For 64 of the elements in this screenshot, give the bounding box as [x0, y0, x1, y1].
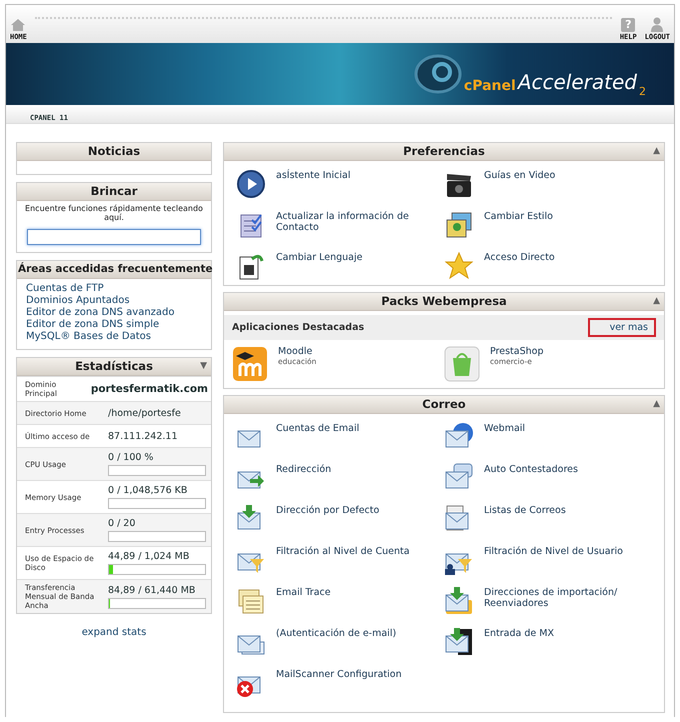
panel-title: Áreas accedidas frecuentemente	[18, 263, 213, 275]
star-icon[interactable]	[444, 251, 474, 281]
app-name[interactable]: PrestaShop	[490, 346, 544, 357]
stat-value: 84,89 / 61,440 MB	[108, 584, 196, 596]
preference-link[interactable]: Actualizar la información de Contacto	[276, 210, 436, 233]
preference-link[interactable]: Acceso Directo	[484, 251, 644, 263]
subheader-title: Aplicaciones Destacadas	[232, 322, 364, 333]
panel-title: Noticias	[88, 144, 140, 158]
frequent-link[interactable]: MySQL® Bases de Datos	[26, 331, 202, 343]
panel-title: Estadísticas	[75, 359, 153, 373]
stat-value: /home/portesfe	[108, 408, 182, 418]
panel-title: Preferencias	[403, 144, 485, 158]
mail-link[interactable]: Entrada de MX	[484, 627, 644, 639]
stat-value: portesfermatik.com	[90, 383, 208, 395]
play-icon[interactable]	[236, 169, 266, 199]
frequent-link[interactable]: Cuentas de FTP	[26, 283, 202, 295]
stat-value: 44,89 / 1,024 MB	[108, 551, 190, 562]
pictures-icon[interactable]	[444, 210, 474, 240]
mail-link[interactable]: Auto Contestadores	[484, 463, 644, 475]
toggle-icon[interactable]: ▲	[653, 396, 660, 413]
preference-link[interactable]: Cambiar Estilo	[484, 210, 644, 222]
server-envelope-icon[interactable]	[444, 627, 474, 657]
stat-value: 0 / 100 %	[108, 452, 154, 463]
mail-link[interactable]: Email Trace	[276, 586, 436, 598]
logo-version: 2	[639, 85, 646, 98]
logo-text: cPanel	[464, 78, 516, 94]
stat-value: 87.111.242.11	[108, 430, 179, 442]
user-icon	[649, 16, 666, 32]
mail-link[interactable]: (Autenticación de e-mail)	[276, 627, 436, 639]
search-field[interactable]	[27, 229, 201, 245]
graduation-cap-icon[interactable]	[232, 346, 268, 382]
preference-link[interactable]: Guías en Video	[484, 169, 644, 181]
frequent-link[interactable]: Dominios Apuntados	[26, 295, 202, 307]
logo-text: Accelerated	[518, 70, 637, 94]
preference-link[interactable]: asÍstente Inicial	[276, 169, 436, 181]
jump-description: Encuentre funciones rápidamente tecleando aquí.	[24, 203, 204, 224]
mail-link[interactable]: Filtración de Nivel de Usuario	[484, 545, 644, 557]
toggle-icon[interactable]: ▲	[653, 293, 660, 310]
panel-title: Correo	[422, 397, 466, 411]
mail-link[interactable]: Cuentas de Email	[276, 422, 436, 434]
mail-link[interactable]: Direcciones de importación/ Reenviadores	[484, 586, 644, 609]
shopping-bag-icon[interactable]	[444, 346, 480, 382]
mail-link[interactable]: Webmail	[484, 422, 644, 434]
mail-link[interactable]: Listas de Correos	[484, 504, 644, 516]
app-name[interactable]: Moodle	[278, 346, 316, 357]
frequent-link[interactable]: Editor de zona DNS simple	[26, 319, 202, 331]
inbox-tray-icon[interactable]	[444, 586, 474, 616]
toggle-icon[interactable]: ▼	[200, 358, 207, 375]
logo-mark-icon	[414, 54, 462, 94]
mail-link[interactable]: Redirección	[276, 463, 436, 475]
panel-title: Packs Webempresa	[381, 294, 507, 308]
mail-link[interactable]: Filtración al Nivel de Cuenta	[276, 545, 436, 557]
expand-stats-link[interactable]: expand stats	[82, 627, 146, 638]
mail-link[interactable]: Dirección por Defecto	[276, 504, 436, 516]
panel-title: Brincar	[90, 184, 138, 198]
help-icon: ?	[621, 18, 636, 32]
frequent-link[interactable]: Editor de zona DNS avanzado	[26, 307, 202, 319]
home-icon	[10, 18, 26, 32]
stat-value: 0 / 20	[108, 518, 136, 529]
more-link[interactable]: ver mas	[588, 318, 656, 337]
toggle-icon[interactable]: ▲	[653, 143, 660, 160]
stat-value: 0 / 1,048,576 KB	[108, 485, 188, 496]
preference-link[interactable]: Cambiar Lenguaje	[276, 251, 436, 263]
mail-link[interactable]: MailScanner Configuration	[276, 668, 436, 680]
